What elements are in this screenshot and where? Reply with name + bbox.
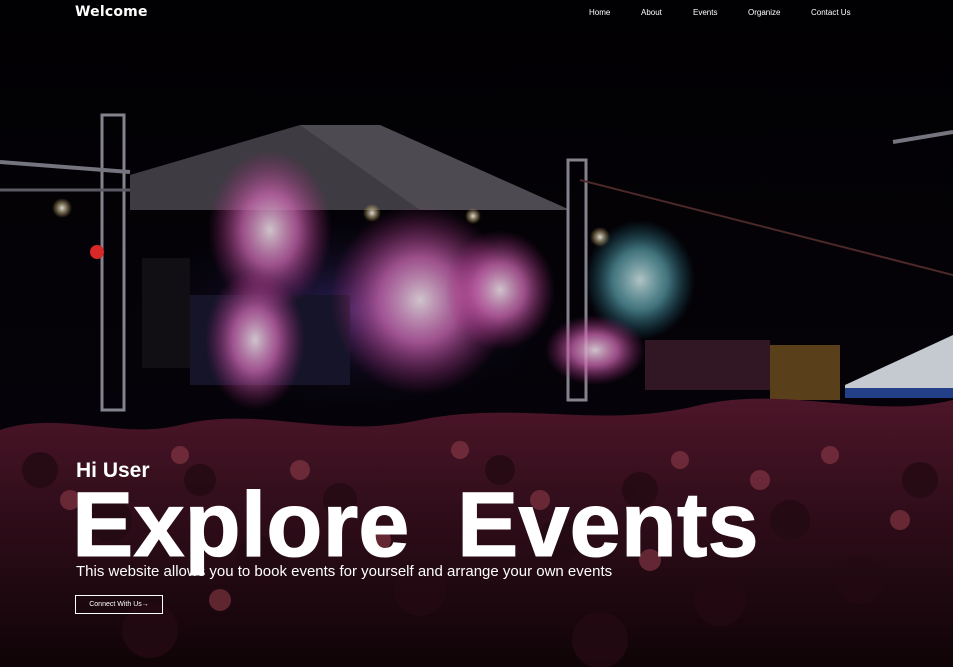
hero-description: This website allows you to book events f… [76, 563, 613, 580]
svg-text:Explore Events: Explore Events [72, 474, 759, 576]
nav-menu: Home About Events Organize Contact Us [0, 8, 953, 22]
connect-with-us-button[interactable]: Connect With Us→ [75, 595, 163, 614]
landing-page: Welcome Home About Events Organize Conta… [0, 0, 953, 667]
top-navbar: Welcome Home About Events Organize Conta… [0, 0, 953, 30]
nav-link-home[interactable]: Home [589, 8, 610, 17]
nav-link-about[interactable]: About [641, 8, 662, 17]
hero-headline: Explore Events [72, 474, 760, 577]
headline-word-explore: Explore [72, 474, 409, 576]
nav-link-events[interactable]: Events [693, 8, 717, 17]
headline-word-events: Events [457, 474, 759, 576]
nav-link-contact-us[interactable]: Contact Us [811, 8, 851, 17]
nav-link-organize[interactable]: Organize [748, 8, 780, 17]
